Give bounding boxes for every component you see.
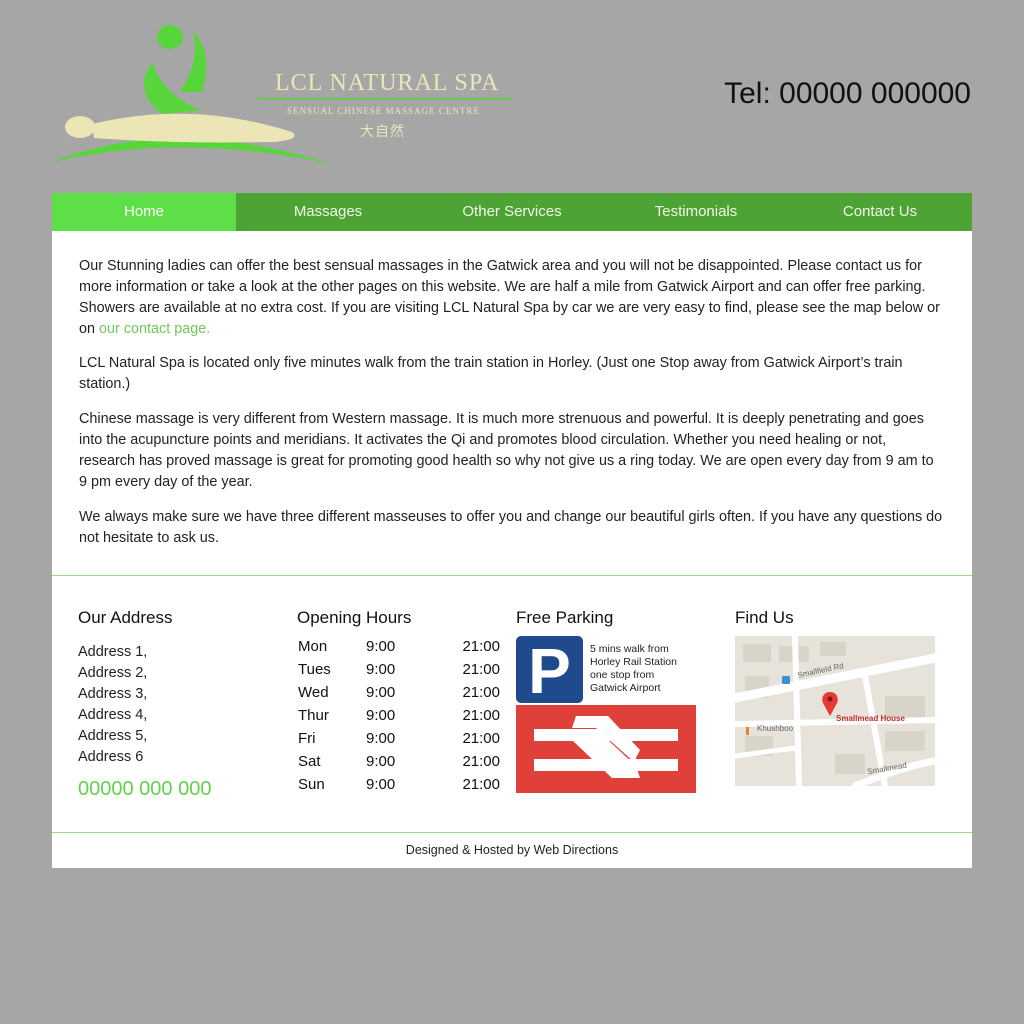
parking-info-line: Gatwick Airport — [590, 682, 661, 694]
map-poi-label: Khushboo — [757, 724, 794, 733]
address-line: Address 5, — [78, 728, 148, 744]
hours-open: 9:00 — [366, 730, 396, 747]
hours-row: Mon 9:00 21:00 — [298, 638, 500, 661]
header-phone[interactable]: Tel: 00000 000000 — [724, 77, 971, 111]
brand-chinese-name: 大自然 — [360, 124, 405, 140]
nav-testimonials[interactable]: Testimonials — [604, 193, 788, 231]
parking-info-line: one stop from — [590, 669, 655, 681]
nav-home[interactable]: Home — [52, 193, 236, 231]
location-paragraph: LCL Natural Spa is located only five min… — [79, 355, 903, 392]
hours-day: Sun — [298, 776, 325, 793]
map-place-label: Smallmead House — [836, 714, 905, 723]
info-section: Our Address Address 1, Address 2, Addres… — [52, 576, 972, 833]
address-title: Our Address — [78, 608, 173, 627]
masseuses-paragraph: We always make sure we have three differ… — [79, 509, 943, 546]
bus-stop-icon — [782, 676, 790, 684]
find-us-title: Find Us — [735, 608, 794, 627]
hours-row: Sun 9:00 21:00 — [298, 776, 500, 799]
hours-open: 9:00 — [366, 776, 396, 793]
hours-open: 9:00 — [366, 707, 396, 724]
hours-row: Thur 9:00 21:00 — [298, 707, 500, 730]
site-footer: Designed & Hosted by Web Directions — [52, 833, 972, 868]
address-line: Address 1, — [78, 644, 148, 660]
address-line: Address 4, — [78, 707, 148, 723]
nav-massages[interactable]: Massages — [236, 193, 420, 231]
hours-close: 21:00 — [462, 661, 500, 678]
parking-info-line: 5 mins walk from — [590, 643, 669, 655]
hours-close: 21:00 — [462, 638, 500, 655]
nav-contact-us[interactable]: Contact Us — [788, 193, 972, 231]
parking-title: Free Parking — [516, 608, 614, 627]
contact-page-link[interactable]: our contact page. — [99, 321, 210, 337]
hours-open: 9:00 — [366, 684, 396, 701]
restaurant-icon — [746, 727, 749, 735]
footer-designer-link[interactable]: Web Directions — [534, 843, 619, 857]
hours-open: 9:00 — [366, 661, 396, 678]
hours-day: Fri — [298, 730, 316, 747]
parking-info-line: Horley Rail Station — [590, 656, 677, 668]
massage-figure-logo — [52, 25, 512, 164]
hours-day: Tues — [298, 661, 331, 678]
address-phone[interactable]: 00000 000 000 — [78, 778, 211, 801]
address-line: Address 3, — [78, 686, 148, 702]
nav-other-services[interactable]: Other Services — [420, 193, 604, 231]
brand-name: LCL NATURAL SPA — [275, 70, 500, 96]
hours-close: 21:00 — [462, 684, 500, 701]
hours-day: Thur — [298, 707, 329, 724]
hours-row: Tues 9:00 21:00 — [298, 661, 500, 684]
hours-row: Fri 9:00 21:00 — [298, 730, 500, 753]
parking-sign-icon: P — [516, 636, 583, 707]
hours-close: 21:00 — [462, 730, 500, 747]
address-line: Address 2, — [78, 665, 148, 681]
main-navigation: Home Massages Other Services Testimonial… — [52, 193, 972, 231]
address-line: Address 6 — [78, 749, 144, 765]
hours-open: 9:00 — [366, 638, 396, 655]
main-content: Our Stunning ladies can offer the best s… — [52, 231, 972, 576]
parking-info: 5 mins walk from Horley Rail Station one… — [590, 643, 700, 695]
hours-close: 21:00 — [462, 776, 500, 793]
hours-row: Sat 9:00 21:00 — [298, 753, 500, 776]
hours-close: 21:00 — [462, 753, 500, 770]
hours-day: Mon — [298, 638, 328, 655]
hours-day: Sat — [298, 753, 321, 770]
hours-close: 21:00 — [462, 707, 500, 724]
parking-graphic: P 5 mins walk from Horley Rail Station o… — [516, 636, 696, 793]
footer-credit: Designed & Hosted by — [405, 843, 531, 857]
location-map[interactable]: Smallfield Rd Smallmead House Khushboo S… — [735, 636, 935, 786]
chinese-massage-paragraph: Chinese massage is very different from W… — [79, 411, 934, 490]
parking-sign-letter: P — [528, 636, 571, 707]
intro-paragraph: Our Stunning ladies can offer the best s… — [79, 256, 945, 340]
site-logo[interactable] — [52, 22, 522, 172]
hours-day: Wed — [298, 684, 329, 701]
national-rail-icon — [516, 705, 696, 793]
hours-title: Opening Hours — [297, 608, 412, 627]
hours-row: Wed 9:00 21:00 — [298, 684, 500, 707]
brand-subtitle: SENSUAL CHINESE MASSAGE CENTRE — [287, 106, 480, 116]
site-header: LCL NATURAL SPA SENSUAL CHINESE MASSAGE … — [0, 0, 1024, 193]
hours-open: 9:00 — [366, 753, 396, 770]
